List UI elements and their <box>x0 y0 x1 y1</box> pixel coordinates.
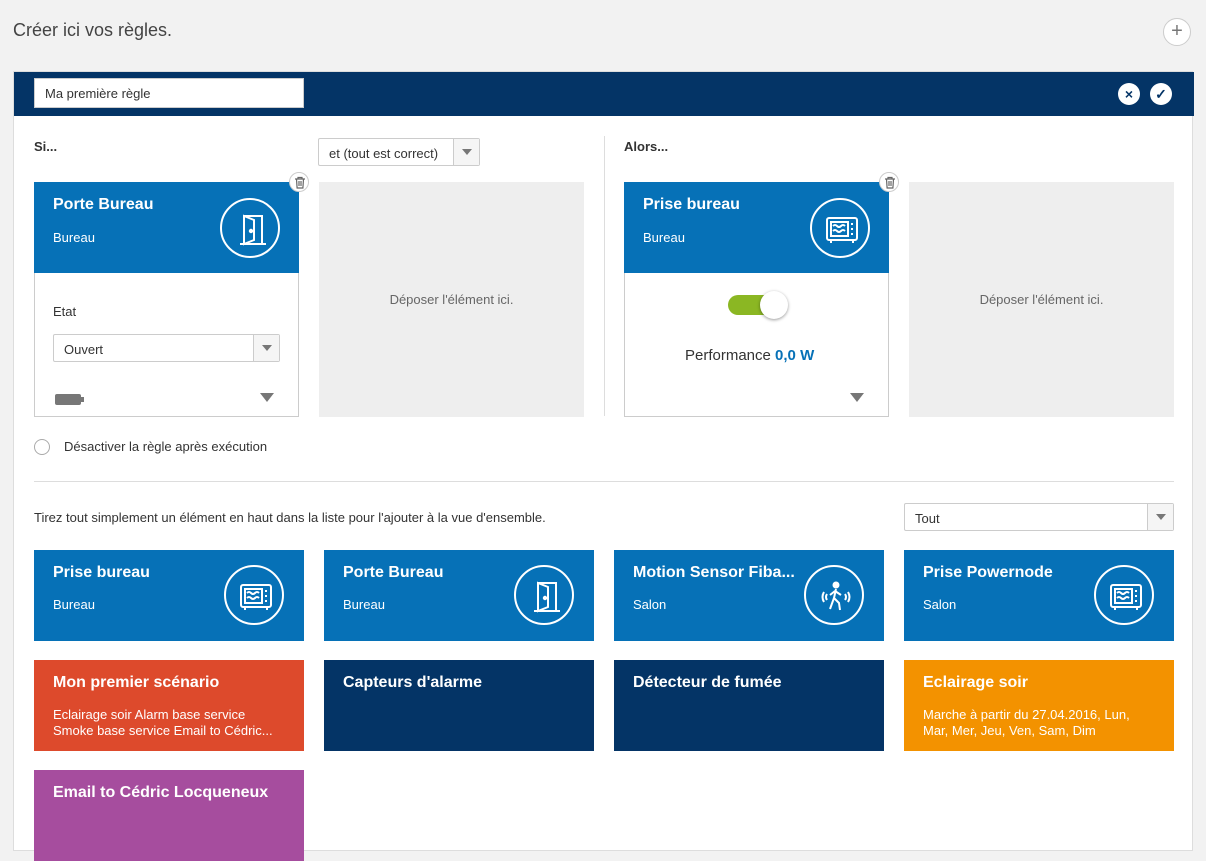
chevron-down-icon <box>253 335 279 361</box>
tile-title: Capteurs d'alarme <box>343 674 482 691</box>
expand-chevron-icon[interactable] <box>850 393 864 402</box>
condition-card[interactable]: Porte Bureau Bureau Etat Ouvert <box>34 182 299 417</box>
library-hint: Tirez tout simplement un élément en haut… <box>34 510 546 525</box>
card-title: Porte Bureau <box>53 196 154 213</box>
tile-title: Email to Cédric Locqueneux <box>53 784 269 801</box>
rule-panel: × ✓ Si... et (tout est correct) Porte Bu… <box>13 71 1194 861</box>
condition-mode-value: et (tout est correct) <box>329 146 439 161</box>
door-icon <box>220 198 280 258</box>
then-label: Alors... <box>624 139 669 154</box>
state-value: Ouvert <box>64 342 104 357</box>
device-tile-porte-bureau[interactable]: Porte Bureau Bureau <box>324 550 594 641</box>
tile-title: Porte Bureau <box>343 564 444 581</box>
horizontal-divider <box>34 481 1174 482</box>
condition-card-header: Porte Bureau Bureau <box>34 182 299 273</box>
tile-title: Motion Sensor Fiba... <box>633 564 795 581</box>
performance-label: Performance <box>685 347 771 364</box>
if-label: Si... <box>34 139 58 154</box>
power-toggle[interactable] <box>728 291 788 319</box>
group-tile-capteurs-alarme[interactable]: Capteurs d'alarme <box>324 660 594 751</box>
card-title: Prise bureau <box>643 196 740 213</box>
schedule-tile-eclairage-soir[interactable]: Eclairage soir Marche à partir du 27.04.… <box>904 660 1174 751</box>
disable-after-label: Désactiver la règle après exécution <box>64 439 268 454</box>
tile-title: Prise bureau <box>53 564 150 581</box>
tile-room: Bureau <box>343 597 385 612</box>
disable-after-checkbox[interactable] <box>34 439 50 455</box>
action-card-header: Prise bureau Bureau <box>624 182 889 273</box>
service-tile-email[interactable]: Email to Cédric Locqueneux <box>34 770 304 861</box>
chevron-down-icon <box>453 139 479 165</box>
cancel-button[interactable]: × <box>1118 83 1140 105</box>
door-icon <box>514 565 574 625</box>
rule-header: × ✓ <box>14 72 1194 116</box>
tile-title: Mon premier scénario <box>53 674 220 691</box>
filter-value: Tout <box>915 511 940 526</box>
add-rule-button[interactable]: + <box>1163 18 1191 46</box>
library-filter-select[interactable]: Tout <box>904 503 1174 531</box>
motion-icon <box>804 565 864 625</box>
condition-drop-zone[interactable]: Déposer l'élément ici. <box>319 182 584 417</box>
performance-value: 0,0 W <box>775 347 815 364</box>
delete-action-button[interactable] <box>879 172 899 192</box>
tile-room: Bureau <box>53 597 95 612</box>
action-card[interactable]: Prise bureau Bureau Performance 0,0 W <box>624 182 889 417</box>
page-title: Créer ici vos règles. <box>13 20 173 40</box>
card-room: Bureau <box>643 230 685 245</box>
tile-title: Prise Powernode <box>923 564 1053 581</box>
group-tile-detecteur-fumee[interactable]: Détecteur de fumée <box>614 660 884 751</box>
delete-condition-button[interactable] <box>289 172 309 192</box>
tile-description: Eclairage soir Alarm base service Smoke … <box>53 707 273 738</box>
device-tile-motion-sensor[interactable]: Motion Sensor Fiba... Salon <box>614 550 884 641</box>
chevron-down-icon <box>1147 504 1173 530</box>
tile-room: Salon <box>923 597 957 612</box>
device-tile-prise-bureau[interactable]: Prise bureau Bureau <box>34 550 304 641</box>
microwave-icon <box>224 565 284 625</box>
performance-readout: Performance 0,0 W <box>685 347 814 364</box>
device-tile-prise-powernode[interactable]: Prise Powernode Salon <box>904 550 1174 641</box>
microwave-icon <box>1094 565 1154 625</box>
tile-title: Eclairage soir <box>923 674 1028 691</box>
action-drop-zone[interactable]: Déposer l'élément ici. <box>909 182 1174 417</box>
tile-room: Salon <box>633 597 667 612</box>
confirm-button[interactable]: ✓ <box>1150 83 1172 105</box>
rule-name-input[interactable] <box>34 78 304 108</box>
state-select[interactable]: Ouvert <box>53 334 280 362</box>
field-label: Etat <box>53 304 77 319</box>
card-room: Bureau <box>53 230 95 245</box>
vertical-divider <box>604 136 605 416</box>
battery-icon <box>55 394 84 405</box>
tile-description: Marche à partir du 27.04.2016, Lun, Mar,… <box>923 707 1130 738</box>
tile-title: Détecteur de fumée <box>633 674 782 691</box>
scenario-tile-mon-premier-scenario[interactable]: Mon premier scénario Eclairage soir Alar… <box>34 660 304 751</box>
condition-mode-select[interactable]: et (tout est correct) <box>318 138 480 166</box>
expand-chevron-icon[interactable] <box>260 393 274 402</box>
microwave-icon <box>810 198 870 258</box>
toggle-knob <box>760 291 788 319</box>
